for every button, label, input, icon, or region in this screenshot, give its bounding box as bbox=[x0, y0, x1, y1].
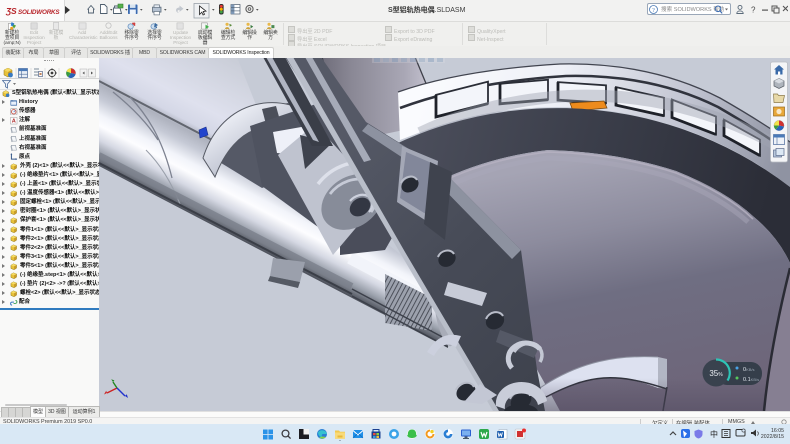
svg-text:A: A bbox=[12, 119, 16, 125]
svg-text:中: 中 bbox=[710, 429, 718, 439]
svg-text:?: ? bbox=[751, 6, 756, 15]
svg-text:?: ? bbox=[652, 7, 655, 14]
